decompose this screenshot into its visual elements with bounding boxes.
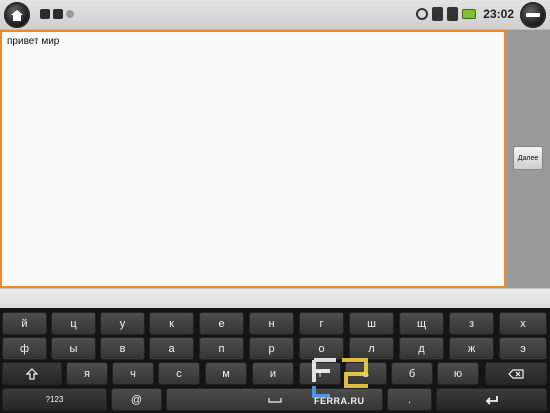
key[interactable]: ч xyxy=(112,362,154,385)
key[interactable]: а xyxy=(149,337,194,360)
key[interactable]: б xyxy=(391,362,433,385)
key[interactable]: к xyxy=(149,312,194,335)
key[interactable]: з xyxy=(449,312,494,335)
space-icon xyxy=(267,397,282,403)
text-input[interactable]: привет мир xyxy=(0,30,506,288)
backspace-icon xyxy=(508,368,524,379)
key[interactable]: я xyxy=(66,362,108,385)
main-area: привет мир Далее xyxy=(0,30,550,288)
key[interactable]: в xyxy=(100,337,145,360)
key[interactable]: ф xyxy=(2,337,47,360)
enter-key[interactable] xyxy=(436,388,547,411)
key[interactable]: ю xyxy=(437,362,479,385)
key[interactable]: ш xyxy=(349,312,394,335)
status-bar: 23:02 xyxy=(0,0,550,30)
notification-icons xyxy=(40,9,74,19)
key[interactable]: н xyxy=(249,312,294,335)
next-button[interactable]: Далее xyxy=(513,146,543,170)
key[interactable]: о xyxy=(299,337,344,360)
enter-icon xyxy=(485,395,498,405)
key[interactable]: х xyxy=(499,312,547,335)
key[interactable]: м xyxy=(205,362,247,385)
key[interactable]: с xyxy=(158,362,200,385)
key[interactable]: и xyxy=(252,362,294,385)
clock: 23:02 xyxy=(483,7,514,21)
key[interactable]: ц xyxy=(51,312,96,335)
soft-keyboard: й ц у к е н г ш щ з х ф ы в а п р о л д … xyxy=(0,308,550,413)
key[interactable]: ж xyxy=(449,337,494,360)
shift-icon xyxy=(26,367,38,380)
candidate-strip xyxy=(0,288,550,308)
menu-button[interactable] xyxy=(518,1,548,29)
key[interactable]: р xyxy=(249,337,294,360)
key[interactable]: ы xyxy=(51,337,96,360)
key[interactable]: е xyxy=(199,312,244,335)
key[interactable]: л xyxy=(349,337,394,360)
battery-icon xyxy=(462,9,477,19)
key[interactable]: т xyxy=(299,362,341,385)
text-input-value: привет мир xyxy=(7,36,60,47)
sim-icon xyxy=(432,7,444,21)
usb-icon xyxy=(40,9,50,19)
key[interactable]: г xyxy=(299,312,344,335)
key[interactable]: й xyxy=(2,312,47,335)
key[interactable]: п xyxy=(199,337,244,360)
home-button[interactable] xyxy=(2,1,32,29)
key[interactable]: ь xyxy=(345,362,387,385)
home-icon xyxy=(4,2,30,28)
sdcard-icon xyxy=(53,9,63,19)
shift-key[interactable] xyxy=(2,362,62,385)
dot-key[interactable]: . xyxy=(387,388,432,411)
system-icons: 23:02 xyxy=(416,7,514,21)
sync-small-icon xyxy=(66,10,74,18)
menu-icon xyxy=(520,2,546,28)
at-key[interactable]: @ xyxy=(111,388,162,411)
key[interactable]: щ xyxy=(399,312,444,335)
key[interactable]: э xyxy=(499,337,547,360)
signal-icon xyxy=(447,7,459,21)
watermark-text: FERRA.RU xyxy=(314,396,365,406)
symbols-key-label: ?123 xyxy=(45,395,64,404)
sync-icon xyxy=(416,8,429,20)
key[interactable]: у xyxy=(100,312,145,335)
symbols-key[interactable]: ?123 xyxy=(2,388,107,411)
backspace-key[interactable] xyxy=(485,362,547,385)
key[interactable]: д xyxy=(399,337,444,360)
